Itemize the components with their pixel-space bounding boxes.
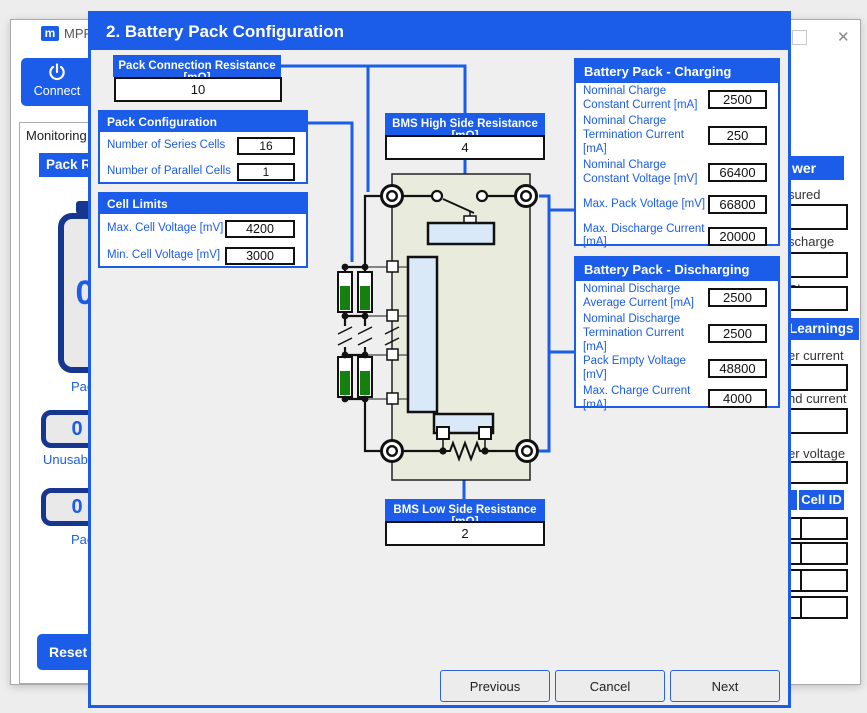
max-charge-current-label: Max. Charge Current [mA]: [583, 385, 708, 413]
screen: m MPF4279 ✕ Connect Monitoring Pack Re 0…: [0, 0, 867, 713]
discharge-label: scharge: [788, 234, 834, 249]
series-cells-label: Number of Series Cells: [107, 139, 225, 153]
max-discharge-current-label: Max. Discharge Current [mA]: [583, 223, 708, 251]
upper-current-label: er current: [788, 348, 844, 363]
learnings-header: Learnings: [779, 318, 859, 340]
maximize-button[interactable]: [792, 30, 807, 45]
pack-configuration-group: Pack Configuration Number of Series Cell…: [98, 110, 308, 184]
bms-high-side-title: BMS High Side Resistance [mΩ]: [385, 113, 545, 135]
nominal-charge-constant-current-input[interactable]: 2500: [708, 90, 767, 109]
close-button[interactable]: ✕: [837, 28, 850, 46]
nominal-charge-constant-current-label: Nominal Charge Constant Current [mA]: [583, 85, 708, 113]
dialog-title: 2. Battery Pack Configuration: [91, 14, 788, 50]
bms-low-side-input[interactable]: 2: [385, 521, 545, 546]
previous-button[interactable]: Previous: [440, 670, 550, 702]
nominal-charge-constant-voltage-label: Nominal Charge Constant Voltage [mV]: [583, 159, 708, 187]
nominal-discharge-termination-current-input[interactable]: 2500: [708, 324, 767, 343]
max-discharge-current-input[interactable]: 20000: [708, 227, 767, 246]
charging-title: Battery Pack - Charging: [576, 60, 778, 83]
bms-high-side-input[interactable]: 4: [385, 135, 545, 160]
connect-button[interactable]: Connect: [21, 58, 93, 106]
nominal-discharge-average-current-input[interactable]: 2500: [708, 288, 767, 307]
nominal-charge-termination-current-input[interactable]: 250: [708, 126, 767, 145]
pack-connection-resistance-title: Pack Connection Resistance [mΩ]: [113, 55, 281, 77]
pack-configuration-title: Pack Configuration: [100, 112, 306, 132]
max-pack-voltage-input[interactable]: 66800: [708, 195, 767, 214]
table-header-cellid: Cell ID: [799, 490, 844, 510]
measured-label: sured: [788, 187, 821, 202]
second-current-label: nd current: [788, 391, 847, 406]
max-charge-current-input[interactable]: 4000: [708, 389, 767, 408]
max-pack-voltage-label: Max. Pack Voltage [mV]: [583, 198, 708, 212]
max-cell-voltage-label: Max. Cell Voltage [mV]: [107, 222, 223, 236]
nominal-charge-constant-voltage-input[interactable]: 66400: [708, 163, 767, 182]
cell-limits-title: Cell Limits: [100, 194, 306, 214]
min-cell-voltage-label: Min. Cell Voltage [mV]: [107, 249, 220, 263]
table-cell: [800, 596, 848, 619]
cell-limits-group: Cell Limits Max. Cell Voltage [mV] 4200 …: [98, 192, 308, 268]
parallel-cells-input[interactable]: 1: [237, 163, 295, 181]
bms-low-side-title: BMS Low Side Resistance [mΩ]: [385, 499, 545, 521]
series-cells-input[interactable]: 16: [237, 137, 295, 155]
battery-pack-charging-group: Battery Pack - Charging Nominal Charge C…: [574, 58, 780, 246]
cancel-button[interactable]: Cancel: [555, 670, 665, 702]
parallel-cells-label: Number of Parallel Cells: [107, 165, 231, 179]
next-button[interactable]: Next: [670, 670, 780, 702]
table-cell: [800, 517, 848, 540]
discharging-title: Battery Pack - Discharging: [576, 258, 778, 281]
pack-connection-resistance-input[interactable]: 10: [114, 77, 282, 102]
pack-empty-voltage-input[interactable]: 48800: [708, 359, 767, 378]
max-cell-voltage-input[interactable]: 4200: [225, 220, 295, 238]
tab-monitoring[interactable]: Monitoring: [26, 128, 87, 143]
battery-pack-discharging-group: Battery Pack - Discharging Nominal Disch…: [574, 256, 780, 408]
min-cell-voltage-input[interactable]: 3000: [225, 247, 295, 265]
connect-label: Connect: [21, 84, 93, 98]
battery-gauge-caption: Unusabl: [43, 452, 91, 467]
nominal-discharge-average-current-label: Nominal Discharge Average Current [mA]: [583, 283, 708, 311]
table-cell: [800, 542, 848, 565]
nominal-discharge-termination-current-label: Nominal Discharge Termination Current [m…: [583, 313, 708, 354]
table-cell: [800, 569, 848, 592]
voltage-label: er voltage: [788, 446, 845, 461]
nominal-charge-termination-current-label: Nominal Charge Termination Current [mA]: [583, 115, 708, 156]
pack-empty-voltage-label: Pack Empty Voltage [mV]: [583, 355, 708, 383]
app-logo-icon: m: [41, 26, 59, 41]
